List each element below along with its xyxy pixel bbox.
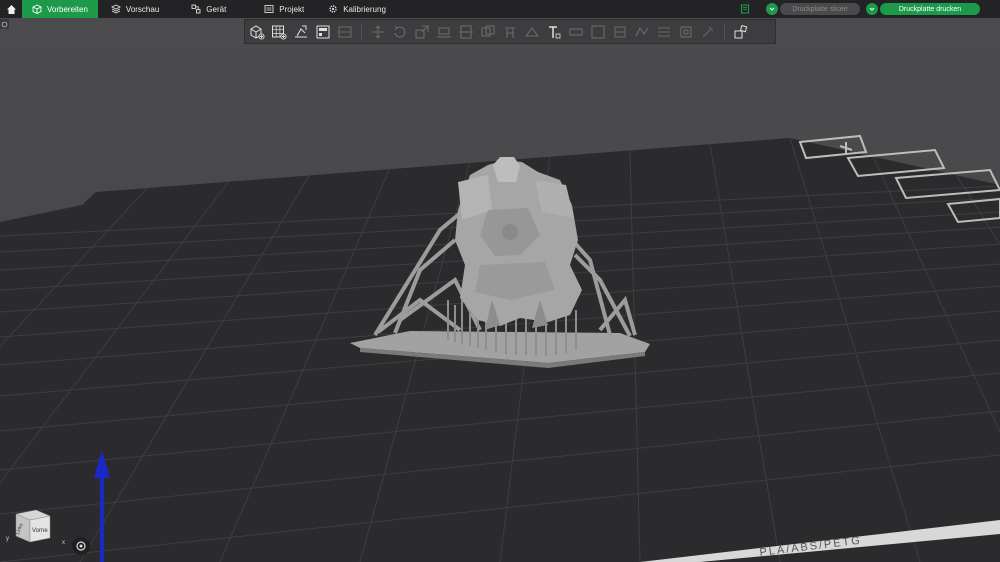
- tab-device-label: Gerät: [206, 4, 227, 14]
- toolbar-divider: [361, 23, 362, 40]
- auto-orient-button[interactable]: [291, 22, 311, 42]
- lay-flat-icon: [437, 26, 451, 38]
- add-object-button[interactable]: [247, 22, 267, 42]
- arrange-icon: [316, 25, 330, 38]
- move-tool-button[interactable]: [368, 22, 388, 42]
- cube-label-front: Vorne: [32, 528, 48, 534]
- 3d-viewport[interactable]: PLA/ABS/PETG: [0, 18, 1000, 562]
- scale-tool-button[interactable]: [412, 22, 432, 42]
- multi-material-button[interactable]: [731, 22, 751, 42]
- fix-model-button[interactable]: [698, 22, 718, 42]
- tab-calibration[interactable]: Kalibrierung: [318, 0, 396, 18]
- seam-icon: [524, 26, 540, 37]
- print-group: Druckplatte drucken: [866, 3, 980, 16]
- assembly-icon: [591, 24, 605, 39]
- tab-project[interactable]: Projekt: [254, 0, 314, 18]
- object-list-button[interactable]: [738, 2, 752, 16]
- support-icon: [505, 26, 515, 38]
- seam-paint-button[interactable]: [522, 22, 542, 42]
- slice-dropdown-button[interactable]: [766, 3, 778, 15]
- zoom-fit-button[interactable]: [72, 537, 90, 555]
- split-button[interactable]: [335, 22, 355, 42]
- emboss-icon: [614, 25, 626, 38]
- view-cube[interactable]: z Links Vorne y x: [6, 502, 65, 546]
- tab-prepare-label: Vorbereiten: [47, 4, 88, 14]
- cube-label-y: y: [6, 536, 9, 542]
- grid-plus-icon: [272, 25, 287, 40]
- tab-prepare[interactable]: Vorbereiten: [22, 0, 98, 18]
- support-paint-button[interactable]: [500, 22, 520, 42]
- toolbar-divider: [724, 23, 725, 40]
- hollow-button[interactable]: [676, 22, 696, 42]
- tab-preview-label: Vorschau: [125, 4, 160, 14]
- wrench-icon: [702, 26, 714, 37]
- eye-icon: [1, 21, 8, 27]
- add-cube-icon: [250, 24, 265, 40]
- simplify-icon: [635, 26, 649, 36]
- boolean-icon: [481, 24, 495, 37]
- top-navigation-bar: Vorbereiten Vorschau Gerät Projekt Kalib…: [0, 0, 1000, 18]
- text-tool-button[interactable]: [544, 22, 564, 42]
- shapes-icon: [734, 24, 748, 38]
- tab-device[interactable]: Gerät: [181, 0, 236, 18]
- chevron-down-icon: [769, 7, 775, 11]
- layer-height-icon: [658, 26, 670, 37]
- calibration-icon: [329, 5, 337, 13]
- slice-plate-button[interactable]: Druckplatte slicen: [780, 3, 860, 15]
- cube-icon: [32, 4, 42, 14]
- target-icon: [76, 541, 86, 551]
- arrange-button[interactable]: [313, 22, 333, 42]
- list-icon: [740, 4, 750, 14]
- app-window: { "topbar": { "tabs": [ {"label": "Vorbe…: [0, 0, 1000, 562]
- device-icon: [191, 4, 201, 14]
- simplify-button[interactable]: [632, 22, 652, 42]
- orient-icon: [295, 25, 307, 37]
- lay-on-face-button[interactable]: [434, 22, 454, 42]
- home-button[interactable]: [0, 0, 22, 18]
- home-icon: [6, 4, 16, 14]
- scale-icon: [415, 24, 429, 39]
- add-plate-button[interactable]: [269, 22, 289, 42]
- cube-label-z: z: [20, 502, 23, 508]
- layers-icon: [110, 4, 121, 14]
- project-icon: [264, 5, 274, 13]
- cut-icon: [459, 24, 473, 39]
- split-icon: [338, 26, 352, 37]
- move-icon: [372, 24, 384, 39]
- print-dropdown-button[interactable]: [866, 3, 878, 15]
- cube-label-x: x: [62, 540, 65, 546]
- tab-calibration-label: Kalibrierung: [343, 4, 386, 14]
- tab-preview[interactable]: Vorschau: [101, 0, 169, 18]
- tab-project-label: Projekt: [279, 4, 305, 14]
- top-right-actions: Druckplatte slicen Druckplatte drucken: [738, 0, 1000, 18]
- emboss-button[interactable]: [610, 22, 630, 42]
- mesh-boolean-button[interactable]: [478, 22, 498, 42]
- sidebar-toggle-button[interactable]: [0, 19, 9, 29]
- measure-icon: [569, 27, 583, 36]
- rotate-icon: [394, 25, 406, 38]
- main-toolbar: [244, 19, 776, 44]
- hollow-icon: [680, 25, 692, 38]
- assembly-button[interactable]: [588, 22, 608, 42]
- text-icon: [549, 25, 561, 38]
- print-plate-button[interactable]: Druckplatte drucken: [880, 3, 980, 15]
- chevron-down-icon: [869, 7, 875, 11]
- variable-layer-button[interactable]: [654, 22, 674, 42]
- rotate-tool-button[interactable]: [390, 22, 410, 42]
- measure-button[interactable]: [566, 22, 586, 42]
- cut-tool-button[interactable]: [456, 22, 476, 42]
- slice-group: Druckplatte slicen: [766, 3, 860, 16]
